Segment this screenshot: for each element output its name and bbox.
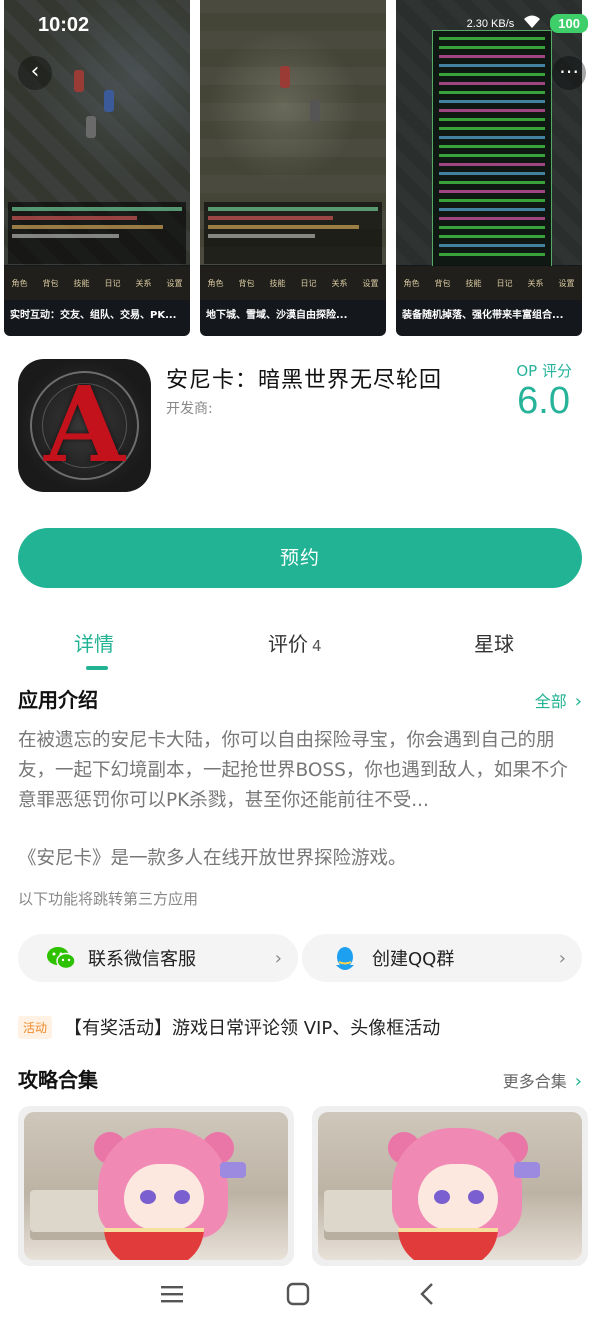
- activity-banner[interactable]: 活动 【有奖活动】游戏日常评论领 VIP、头像框活动: [18, 1014, 440, 1040]
- app-title: 安尼卡：暗黑世界无尽轮回: [166, 368, 443, 393]
- wechat-service-label: 联系微信客服: [88, 949, 196, 970]
- screenshot-gallery[interactable]: 角色 背包 技能 日记 关系 设置 实时互动：交友、组队、交易、PK... 角色 背包 技能日…: [0, 0, 600, 338]
- menu-icon: [161, 1286, 183, 1303]
- chevron-right-icon: ›: [274, 947, 282, 969]
- game-menu: 角色 背包 技能 日记 关系 设置: [200, 266, 386, 300]
- status-time: 10:02: [38, 14, 90, 36]
- wechat-service-button[interactable]: 联系微信客服 ›: [18, 934, 298, 982]
- intro-all-link[interactable]: 全部 ›: [535, 688, 582, 712]
- rating-label: OP 评分: [516, 362, 572, 380]
- system-nav-bar: [0, 1266, 600, 1333]
- wechat-icon: [46, 945, 76, 971]
- intro-paragraph: 在被遗忘的安尼卡大陆，你可以自由探险寻宝，你会遇到自己的朋友，一起下幻境副本，一…: [18, 730, 568, 811]
- developer-label: 开发商:: [166, 401, 213, 417]
- screenshot-caption: 装备随机掉落、强化带来丰富组合...: [402, 310, 564, 321]
- screenshot-3[interactable]: 角色 背包 技能 日记 关系 设置 装备随机掉落、强化带来丰富组合...: [396, 0, 582, 336]
- status-icons: 2.30 KB/s 100: [467, 14, 588, 33]
- reserve-button[interactable]: 预约: [18, 528, 582, 588]
- activity-text: 【有奖活动】游戏日常评论领 VIP、头像框活动: [64, 1018, 441, 1039]
- home-icon: [286, 1282, 310, 1306]
- screenshot-caption: 实时互动：交友、组队、交易、PK...: [10, 310, 177, 321]
- game-scene: [396, 0, 582, 270]
- more-icon: ⋯: [559, 59, 579, 83]
- network-speed: 2.30 KB/s: [466, 17, 515, 30]
- create-qq-group-label: 创建QQ群: [372, 949, 455, 970]
- game-chat: [8, 202, 186, 264]
- app-icon: A: [18, 359, 151, 492]
- third-party-note: 以下功能将跳转第三方应用: [18, 890, 199, 908]
- game-chat: [204, 202, 382, 264]
- back-icon: ‹: [30, 59, 40, 84]
- guides-title: 攻略合集: [18, 1068, 98, 1092]
- home-button[interactable]: [286, 1282, 310, 1313]
- chevron-right-icon: ›: [558, 947, 566, 969]
- item-panel: [432, 30, 552, 270]
- game-menu: 角色 背包 技能 日记 关系 设置: [396, 266, 582, 300]
- nav-back-button[interactable]: [416, 1282, 440, 1313]
- screenshot-2[interactable]: 角色 背包 技能 日记 关系 设置 地下城、雪域、沙漠自由探险...: [200, 0, 386, 336]
- activity-badge: 活动: [18, 1015, 53, 1039]
- guide-card-illustration: [24, 1112, 288, 1260]
- tab-planet[interactable]: 星球: [474, 628, 514, 657]
- qq-icon: [330, 945, 360, 971]
- tab-detail[interactable]: 详情: [74, 628, 114, 657]
- intro-summary: 《安尼卡》是一款多人在线开放世界探险游戏。: [18, 848, 407, 869]
- more-button[interactable]: ⋯: [552, 56, 586, 90]
- create-qq-group-button[interactable]: 创建QQ群 ›: [302, 934, 582, 982]
- guide-card[interactable]: [18, 1106, 294, 1266]
- screenshot-1[interactable]: 角色 背包 技能 日记 关系 设置 实时互动：交友、组队、交易、PK...: [4, 0, 190, 336]
- review-count: 4: [312, 637, 322, 655]
- nav-back-icon: [420, 1283, 433, 1305]
- game-menu: 角色 背包 技能 日记 关系 设置: [4, 266, 190, 300]
- screenshot-caption: 地下城、雪域、沙漠自由探险...: [206, 310, 348, 321]
- wifi-icon: [522, 14, 542, 33]
- battery-indicator: 100: [550, 14, 588, 33]
- active-tab-indicator: [86, 666, 108, 670]
- tab-review[interactable]: 评价 4: [268, 628, 322, 657]
- menu-button[interactable]: [160, 1282, 184, 1312]
- back-button[interactable]: ‹: [18, 56, 52, 90]
- guide-card-illustration: [318, 1112, 582, 1260]
- chevron-right-icon: ›: [574, 1071, 582, 1092]
- guide-card[interactable]: [312, 1106, 588, 1266]
- intro-title: 应用介绍: [18, 688, 98, 712]
- rating-value: 6.0: [517, 380, 570, 422]
- chevron-right-icon: ›: [574, 691, 582, 712]
- guides-more-link[interactable]: 更多合集 ›: [503, 1068, 582, 1092]
